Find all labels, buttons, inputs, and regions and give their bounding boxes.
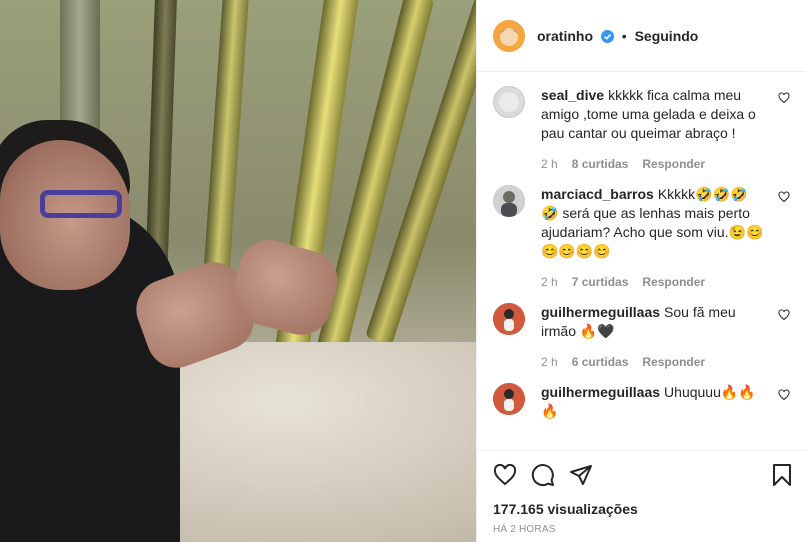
commenter-avatar[interactable]: [493, 383, 525, 415]
comment-item: guilhermeguillaas Sou fã meu irmão 🔥🖤 2 h…: [493, 303, 790, 369]
reply-button[interactable]: Responder: [642, 157, 705, 171]
verified-badge-icon: [600, 29, 614, 43]
instagram-post: oratinho • Seguindo seal_dive kkkkk fica…: [0, 0, 806, 542]
commenter-avatar[interactable]: [493, 185, 525, 217]
comment-likes[interactable]: 8 curtidas: [572, 157, 629, 171]
comment-likes[interactable]: 6 curtidas: [572, 355, 629, 369]
following-button[interactable]: Seguindo: [635, 28, 699, 44]
comment-like-heart-icon[interactable]: [778, 309, 790, 321]
comment-icon[interactable]: [531, 463, 555, 487]
heart-icon[interactable]: [493, 463, 517, 487]
commenter-avatar[interactable]: [493, 303, 525, 335]
comment-meta: 2 h 8 curtidas Responder: [541, 157, 766, 171]
comment-item: marciacd_barros Kkkkk🤣🤣🤣 🤣 será que as le…: [493, 185, 790, 289]
author-username[interactable]: oratinho: [537, 28, 593, 44]
comment-item: seal_dive kkkkk fica calma meu amigo ,tom…: [493, 86, 790, 171]
person-glasses: [40, 190, 122, 218]
comment-author[interactable]: guilhermeguillaas: [541, 384, 660, 400]
comment-author[interactable]: guilhermeguillaas: [541, 304, 660, 320]
share-icon[interactable]: [569, 463, 593, 487]
reply-button[interactable]: Responder: [642, 355, 705, 369]
post-side-panel: oratinho • Seguindo seal_dive kkkkk fica…: [476, 0, 806, 542]
comment-item: guilhermeguillaas Uhuquuu🔥🔥 🔥: [493, 383, 790, 421]
post-video[interactable]: [0, 0, 476, 542]
comment-author[interactable]: marciacd_barros: [541, 186, 654, 202]
view-count[interactable]: 177.165 visualizações: [477, 498, 806, 520]
comment-time[interactable]: 2 h: [541, 157, 558, 171]
post-actions: [477, 450, 806, 498]
header-separator: •: [621, 27, 627, 44]
bookmark-icon[interactable]: [770, 463, 794, 487]
post-timestamp[interactable]: HÁ 2 HORAS: [477, 520, 806, 542]
comments-list[interactable]: seal_dive kkkkk fica calma meu amigo ,tom…: [477, 72, 806, 450]
comment-like-heart-icon[interactable]: [778, 92, 790, 104]
comment-like-heart-icon[interactable]: [778, 389, 790, 401]
author-avatar[interactable]: [493, 19, 525, 52]
comment-meta: 2 h 6 curtidas Responder: [541, 355, 766, 369]
commenter-avatar[interactable]: [493, 86, 525, 118]
comment-time[interactable]: 2 h: [541, 355, 558, 369]
post-header: oratinho • Seguindo: [477, 0, 806, 72]
comment-time[interactable]: 2 h: [541, 275, 558, 289]
comment-likes[interactable]: 7 curtidas: [572, 275, 629, 289]
comment-author[interactable]: seal_dive: [541, 87, 604, 103]
comment-meta: 2 h 7 curtidas Responder: [541, 275, 766, 289]
comment-like-heart-icon[interactable]: [778, 191, 790, 203]
reply-button[interactable]: Responder: [642, 275, 705, 289]
